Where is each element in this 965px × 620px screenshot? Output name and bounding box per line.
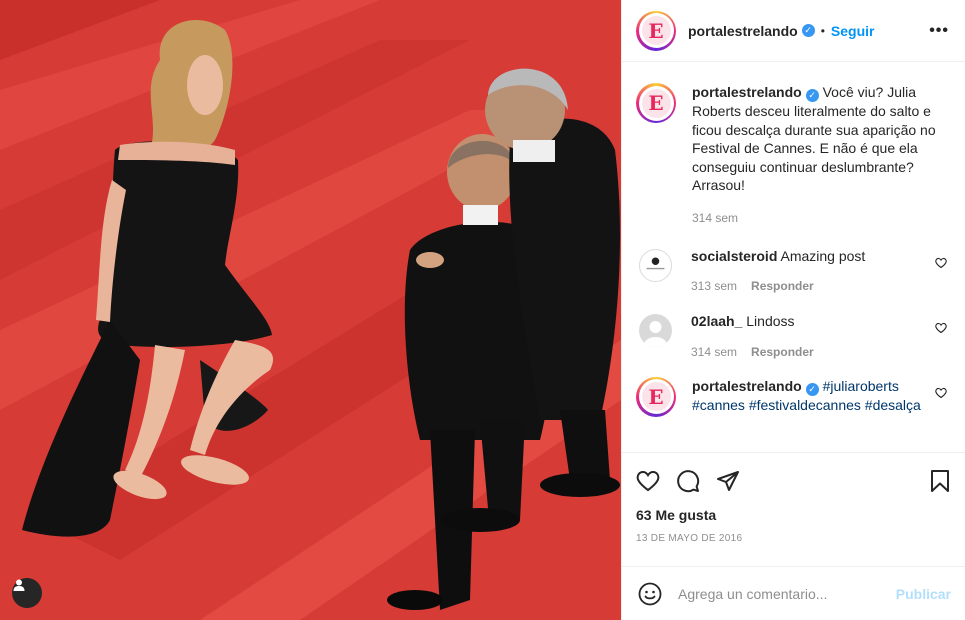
follow-button[interactable]: Seguir <box>831 23 875 39</box>
caption-username[interactable]: portalestrelando <box>692 84 802 100</box>
comment-username[interactable]: portalestrelando <box>692 378 802 394</box>
comment-icon[interactable] <box>676 469 700 493</box>
caption: E portalestrelando ✓ Você viu? Julia Robe… <box>636 83 949 225</box>
default-avatar-icon <box>643 321 668 347</box>
comment-text: Amazing post <box>780 247 866 264</box>
brand-logo-icon: E <box>641 382 671 411</box>
comment-time: 313 sem <box>691 279 738 293</box>
like-comment-heart-icon[interactable] <box>935 387 947 399</box>
post-actions: 63 Me gusta 13 DE MAYO DE 2016 <box>622 452 965 566</box>
user-icon <box>13 579 25 591</box>
instagram-post: E portalestrelando ✓ • Seguir ••• E port… <box>0 0 965 620</box>
separator-dot: • <box>820 23 825 38</box>
publish-button[interactable]: Publicar <box>896 586 951 602</box>
comment-username[interactable]: 02laah_ <box>691 313 742 329</box>
verified-badge-icon: ✓ <box>801 24 815 37</box>
more-options-button[interactable]: ••• <box>929 22 949 40</box>
list-item: E portalestrelando ✓ #juliaroberts #canne… <box>636 376 949 417</box>
reply-button[interactable]: Responder <box>751 279 814 293</box>
list-item: socialsteroid Amazing post 313 sem Respon… <box>636 247 949 293</box>
avatar[interactable]: E <box>636 10 676 51</box>
verified-badge-icon: ✓ <box>805 89 819 102</box>
avatar[interactable] <box>639 248 672 282</box>
hashtag-link[interactable]: #cannes #festivaldecannes #desalça <box>692 397 921 413</box>
reply-button[interactable]: Responder <box>751 345 814 359</box>
hashtag-link[interactable]: #juliaroberts <box>823 378 899 394</box>
like-comment-heart-icon[interactable] <box>935 257 947 269</box>
brand-logo-icon: E <box>641 16 671 45</box>
red-carpet-photo <box>0 0 621 620</box>
verified-badge-icon: ✓ <box>805 382 819 396</box>
list-item: 02laah_ Lindoss 314 sem Responder <box>636 312 949 359</box>
avatar[interactable]: E <box>636 376 676 417</box>
post-date: 13 DE MAYO DE 2016 <box>636 533 743 544</box>
avatar[interactable] <box>639 314 672 347</box>
caption-avatar[interactable]: E <box>636 83 676 123</box>
comments-list[interactable]: E portalestrelando ✓ Você viu? Julia Robe… <box>622 63 965 452</box>
account-name[interactable]: portalestrelando <box>688 23 798 39</box>
comment-text: Lindoss <box>746 313 795 329</box>
heart-icon[interactable] <box>636 469 660 493</box>
comment-input[interactable] <box>678 585 896 602</box>
post-photo[interactable] <box>0 0 621 620</box>
comment-username[interactable]: socialsteroid <box>691 248 777 264</box>
tagged-users-button[interactable] <box>12 578 42 608</box>
bookmark-icon[interactable] <box>929 469 951 493</box>
brand-logo-icon: E <box>641 88 671 118</box>
like-comment-heart-icon[interactable] <box>935 322 947 334</box>
caption-time: 314 sem <box>692 210 739 225</box>
comment-time: 314 sem <box>691 344 738 359</box>
socialsteroid-logo-icon <box>646 257 665 269</box>
comment-composer: Publicar <box>622 566 965 620</box>
share-icon[interactable] <box>716 469 740 493</box>
post-header: E portalestrelando ✓ • Seguir ••• <box>622 0 965 62</box>
post-side-panel: E portalestrelando ✓ • Seguir ••• E port… <box>621 0 965 620</box>
likes-count[interactable]: 63 Me gusta <box>636 507 951 523</box>
emoji-icon[interactable] <box>638 582 662 606</box>
